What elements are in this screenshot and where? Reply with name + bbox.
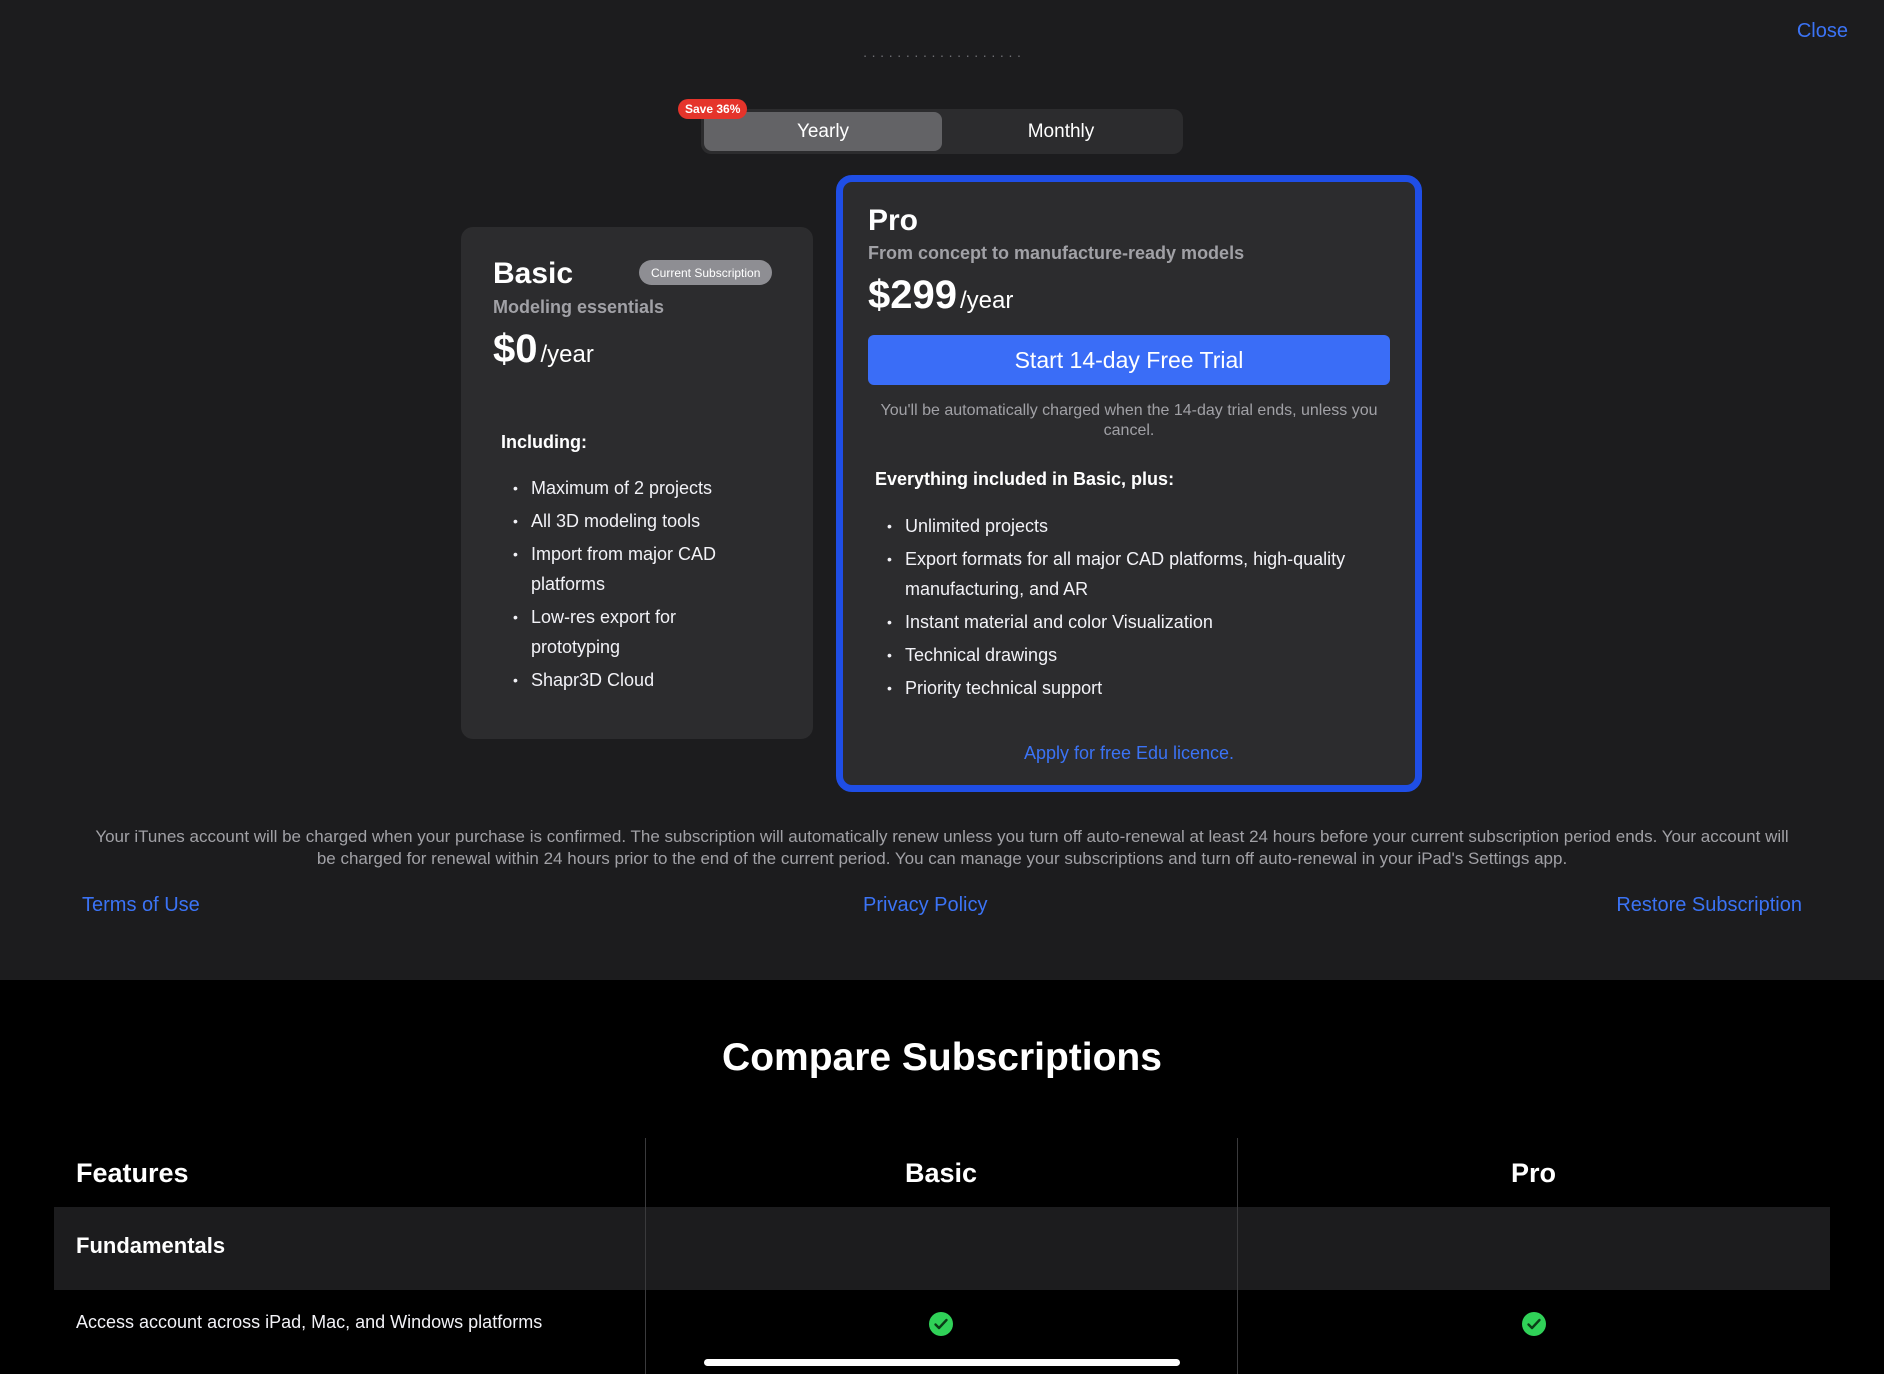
start-free-trial-button[interactable]: Start 14-day Free Trial (868, 335, 1390, 385)
compare-table: Fundamentals Features Basic Pro Access a… (54, 1138, 1830, 1374)
table-row-feature-label: Access account across iPad, Mac, and Win… (76, 1312, 543, 1332)
basic-feature-list: Maximum of 2 projects All 3D modeling to… (501, 473, 751, 698)
basic-plan-tagline: Modeling essentials (493, 297, 665, 317)
subscription-panel: Close · · · · · · · · · · · · · · · · · … (0, 0, 1884, 980)
basic-including-label: Including: (501, 432, 587, 452)
check-icon (929, 1312, 953, 1336)
list-item: All 3D modeling tools (501, 506, 751, 536)
basic-price-amount: $0 (493, 327, 538, 371)
pro-price-amount: $299 (868, 273, 957, 317)
list-item: Export formats for all major CAD platfor… (875, 544, 1385, 604)
list-item: Priority technical support (875, 673, 1385, 703)
basic-plan-card[interactable]: Basic Current Subscription Modeling esse… (461, 227, 813, 739)
list-item: Low-res export for prototyping (501, 602, 751, 662)
legal-disclaimer: Your iTunes account will be charged when… (95, 827, 1789, 868)
basic-plan-name: Basic (493, 257, 574, 290)
current-subscription-badge: Current Subscription (639, 260, 773, 285)
trial-charge-note: You'll be automatically charged when the… (880, 402, 1378, 439)
close-button[interactable]: Close (1797, 20, 1848, 43)
pro-plan-price: $299 /year (868, 273, 1013, 318)
pro-plan-card[interactable]: Pro From concept to manufacture-ready mo… (836, 175, 1422, 792)
pro-included-label: Everything included in Basic, plus: (875, 469, 1175, 489)
column-header-basic: Basic (904, 1158, 978, 1188)
restore-subscription-link[interactable]: Restore Subscription (1616, 894, 1802, 917)
edu-licence-link[interactable]: Apply for free Edu licence. (843, 743, 1415, 764)
save-badge: Save 36% (678, 99, 748, 119)
home-indicator[interactable] (704, 1359, 1180, 1366)
billing-period-toggle[interactable]: Yearly Monthly (701, 109, 1183, 154)
faded-subtitle: · · · · · · · · · · · · · · · · · · · (862, 52, 1022, 63)
pro-plan-name: Pro (868, 204, 919, 237)
list-item: Technical drawings (875, 640, 1385, 670)
privacy-policy-link[interactable]: Privacy Policy (863, 894, 987, 917)
compare-title: Compare Subscriptions (722, 1036, 1162, 1079)
column-header-pro: Pro (1510, 1158, 1556, 1188)
pro-feature-list: Unlimited projects Export formats for al… (875, 511, 1385, 706)
list-item: Import from major CAD platforms (501, 539, 751, 599)
column-header-features: Features (76, 1158, 189, 1188)
basic-price-period: /year (540, 341, 594, 368)
list-item: Unlimited projects (875, 511, 1385, 541)
monthly-option[interactable]: Monthly (942, 112, 1180, 151)
group-row-fundamentals: Fundamentals (54, 1207, 1830, 1290)
pro-plan-tagline: From concept to manufacture-ready models (868, 243, 1245, 263)
list-item: Maximum of 2 projects (501, 473, 751, 503)
basic-plan-price: $0 /year (493, 327, 594, 372)
list-item: Shapr3D Cloud (501, 665, 751, 695)
check-icon (1522, 1312, 1546, 1336)
pro-price-period: /year (959, 287, 1014, 314)
terms-of-use-link[interactable]: Terms of Use (82, 894, 200, 917)
group-label: Fundamentals (76, 1233, 226, 1258)
list-item: Instant material and color Visualization (875, 607, 1385, 637)
